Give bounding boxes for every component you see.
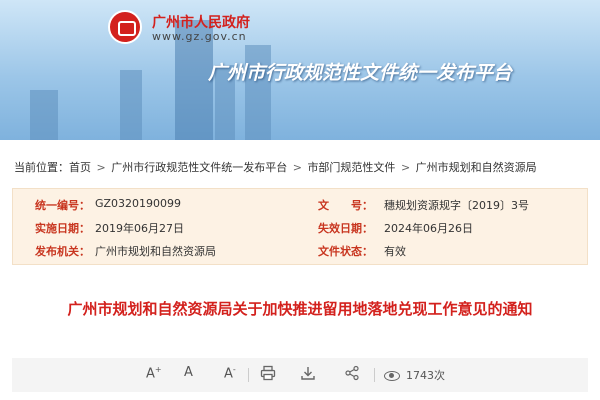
eye-icon (384, 371, 400, 381)
breadcrumb-separator: > (96, 161, 106, 174)
breadcrumb-department-docs[interactable]: 市部门规范性文件 (307, 161, 395, 174)
breadcrumb-home[interactable]: 首页 (69, 161, 91, 174)
expire-date-label: 失效日期： (318, 222, 373, 235)
download-icon (301, 367, 315, 380)
share-icon (345, 365, 359, 381)
issuer-value: 广州市规划和自然资源局 (95, 245, 216, 258)
font-decrease-button[interactable]: A- (224, 365, 236, 385)
document-toolbar: A+ A A- 1743次 (12, 358, 588, 392)
download-button[interactable] (299, 365, 317, 385)
skyline-building (30, 90, 58, 140)
expire-date-value: 2024年06月26日 (384, 222, 473, 235)
breadcrumb-platform[interactable]: 广州市行政规范性文件统一发布平台 (111, 161, 287, 174)
header-banner: 广州市人民政府 www.gz.gov.cn 广州市行政规范性文件统一发布平台 (0, 0, 600, 140)
font-increase-button[interactable]: A+ (146, 365, 162, 385)
font-default-button[interactable]: A (184, 365, 193, 385)
document-info-panel: 统一编号： GZ0320190099 文 号： 穗规划资源规字〔2019〕3号 … (12, 188, 588, 265)
status-label: 文件状态： (318, 245, 373, 258)
effective-date-value: 2019年06月27日 (95, 222, 184, 235)
print-icon (260, 365, 276, 381)
serial-label: 统一编号： (35, 199, 90, 212)
share-button[interactable] (343, 365, 361, 385)
breadcrumb-separator: > (400, 161, 411, 174)
doc-number-value: 穗规划资源规字〔2019〕3号 (384, 199, 529, 212)
breadcrumb-prefix: 当前位置： (14, 161, 69, 174)
site-url[interactable]: www.gz.gov.cn (152, 30, 247, 43)
skyline-building (120, 70, 142, 140)
font-decrease-sup: - (232, 365, 236, 374)
font-decrease-letter: A (224, 366, 233, 382)
toolbar-divider (374, 368, 375, 382)
platform-title: 广州市行政规范性文件统一发布平台 (208, 62, 513, 84)
view-count-value: 1743次 (406, 369, 445, 382)
issuer-label: 发布机关： (35, 245, 90, 258)
status-value: 有效 (384, 245, 406, 258)
effective-date-label: 实施日期： (35, 222, 90, 235)
font-increase-sup: + (154, 365, 162, 374)
site-name[interactable]: 广州市人民政府 (152, 12, 250, 32)
print-button[interactable] (259, 365, 277, 385)
breadcrumb: 当前位置：首页 > 广州市行政规范性文件统一发布平台 > 市部门规范性文件 > … (14, 159, 537, 175)
doc-number-label: 文 号： (318, 199, 373, 212)
breadcrumb-bureau[interactable]: 广州市规划和自然资源局 (416, 161, 537, 174)
serial-value: GZ0320190099 (95, 197, 182, 210)
view-count: 1743次 (384, 367, 445, 383)
government-emblem-icon[interactable] (108, 10, 142, 44)
font-increase-letter: A (146, 366, 155, 382)
document-title: 广州市规划和自然资源局关于加快推进留用地落地兑现工作意见的通知 (67, 300, 533, 318)
breadcrumb-separator: > (292, 161, 302, 174)
toolbar-divider (248, 368, 249, 382)
